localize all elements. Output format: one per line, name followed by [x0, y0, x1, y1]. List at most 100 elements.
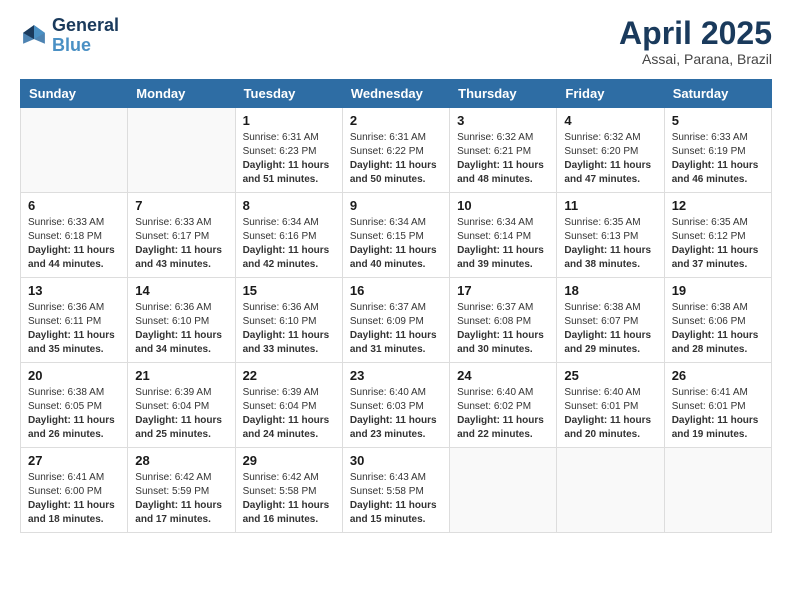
day-number: 3: [457, 113, 549, 128]
calendar-cell: [557, 448, 664, 533]
cell-content: Sunrise: 6:33 AMSunset: 6:19 PMDaylight:…: [672, 131, 764, 187]
day-number: 8: [243, 198, 335, 213]
cell-content: Sunrise: 6:35 AMSunset: 6:13 PMDaylight:…: [564, 216, 656, 272]
day-number: 1: [243, 113, 335, 128]
logo-icon: [20, 22, 48, 50]
title-block: April 2025 Assai, Parana, Brazil: [619, 16, 772, 67]
calendar-cell: 10 Sunrise: 6:34 AMSunset: 6:14 PMDayligh…: [450, 193, 557, 278]
week-row-1: 1 Sunrise: 6:31 AMSunset: 6:23 PMDaylight…: [21, 108, 772, 193]
calendar-cell: 4 Sunrise: 6:32 AMSunset: 6:20 PMDaylight…: [557, 108, 664, 193]
day-number: 25: [564, 368, 656, 383]
calendar-cell: 9 Sunrise: 6:34 AMSunset: 6:15 PMDaylight…: [342, 193, 449, 278]
day-number: 27: [28, 453, 120, 468]
calendar-cell: 24 Sunrise: 6:40 AMSunset: 6:02 PMDayligh…: [450, 363, 557, 448]
calendar-table: SundayMondayTuesdayWednesdayThursdayFrid…: [20, 79, 772, 533]
calendar-cell: 5 Sunrise: 6:33 AMSunset: 6:19 PMDaylight…: [664, 108, 771, 193]
calendar-cell: 8 Sunrise: 6:34 AMSunset: 6:16 PMDaylight…: [235, 193, 342, 278]
cell-content: Sunrise: 6:43 AMSunset: 5:58 PMDaylight:…: [350, 471, 442, 527]
day-number: 9: [350, 198, 442, 213]
cell-content: Sunrise: 6:34 AMSunset: 6:15 PMDaylight:…: [350, 216, 442, 272]
day-number: 4: [564, 113, 656, 128]
calendar-cell: 20Sunrise: 6:38 AMSunset: 6:05 PMDayligh…: [21, 363, 128, 448]
cell-content: Sunrise: 6:35 AMSunset: 6:12 PMDaylight:…: [672, 216, 764, 272]
day-header-tuesday: Tuesday: [235, 80, 342, 108]
day-number: 24: [457, 368, 549, 383]
calendar-cell: 27 Sunrise: 6:41 AMSunset: 6:00 PMDayligh…: [21, 448, 128, 533]
calendar-cell: 16Sunrise: 6:37 AMSunset: 6:09 PMDayligh…: [342, 278, 449, 363]
calendar-cell: 25Sunrise: 6:40 AMSunset: 6:01 PMDayligh…: [557, 363, 664, 448]
calendar-cell: 11 Sunrise: 6:35 AMSunset: 6:13 PMDayligh…: [557, 193, 664, 278]
subtitle: Assai, Parana, Brazil: [619, 51, 772, 67]
header: General Blue April 2025 Assai, Parana, B…: [20, 16, 772, 67]
day-number: 7: [135, 198, 227, 213]
calendar-cell: [128, 108, 235, 193]
calendar-cell: 13Sunrise: 6:36 AMSunset: 6:11 PMDayligh…: [21, 278, 128, 363]
cell-content: Sunrise: 6:31 AMSunset: 6:22 PMDaylight:…: [350, 131, 442, 187]
calendar-header-row: SundayMondayTuesdayWednesdayThursdayFrid…: [21, 80, 772, 108]
main-title: April 2025: [619, 16, 772, 51]
day-number: 6: [28, 198, 120, 213]
cell-content: Sunrise: 6:36 AMSunset: 6:10 PMDaylight:…: [243, 301, 335, 357]
cell-content: Sunrise: 6:34 AMSunset: 6:16 PMDaylight:…: [243, 216, 335, 272]
calendar-cell: 7 Sunrise: 6:33 AMSunset: 6:17 PMDaylight…: [128, 193, 235, 278]
calendar-cell: [450, 448, 557, 533]
week-row-2: 6Sunrise: 6:33 AMSunset: 6:18 PMDaylight…: [21, 193, 772, 278]
cell-content: Sunrise: 6:34 AMSunset: 6:14 PMDaylight:…: [457, 216, 549, 272]
cell-content: Sunrise: 6:40 AMSunset: 6:03 PMDaylight:…: [350, 386, 442, 442]
cell-content: Sunrise: 6:31 AMSunset: 6:23 PMDaylight:…: [243, 131, 335, 187]
cell-content: Sunrise: 6:42 AMSunset: 5:59 PMDaylight:…: [135, 471, 227, 527]
logo-text: General Blue: [52, 16, 119, 56]
calendar-cell: 19Sunrise: 6:38 AMSunset: 6:06 PMDayligh…: [664, 278, 771, 363]
calendar-cell: 15Sunrise: 6:36 AMSunset: 6:10 PMDayligh…: [235, 278, 342, 363]
week-row-4: 20Sunrise: 6:38 AMSunset: 6:05 PMDayligh…: [21, 363, 772, 448]
day-number: 10: [457, 198, 549, 213]
day-number: 20: [28, 368, 120, 383]
cell-content: Sunrise: 6:37 AMSunset: 6:08 PMDaylight:…: [457, 301, 549, 357]
cell-content: Sunrise: 6:39 AMSunset: 6:04 PMDaylight:…: [135, 386, 227, 442]
cell-content: Sunrise: 6:32 AMSunset: 6:21 PMDaylight:…: [457, 131, 549, 187]
logo: General Blue: [20, 16, 119, 56]
calendar-cell: 6Sunrise: 6:33 AMSunset: 6:18 PMDaylight…: [21, 193, 128, 278]
day-header-wednesday: Wednesday: [342, 80, 449, 108]
cell-content: Sunrise: 6:32 AMSunset: 6:20 PMDaylight:…: [564, 131, 656, 187]
calendar-cell: [664, 448, 771, 533]
calendar-cell: 2 Sunrise: 6:31 AMSunset: 6:22 PMDaylight…: [342, 108, 449, 193]
calendar-cell: 1 Sunrise: 6:31 AMSunset: 6:23 PMDaylight…: [235, 108, 342, 193]
day-header-sunday: Sunday: [21, 80, 128, 108]
page: General Blue April 2025 Assai, Parana, B…: [0, 0, 792, 612]
cell-content: Sunrise: 6:40 AMSunset: 6:02 PMDaylight:…: [457, 386, 549, 442]
day-number: 28: [135, 453, 227, 468]
calendar-cell: 17 Sunrise: 6:37 AMSunset: 6:08 PMDayligh…: [450, 278, 557, 363]
logo-line2: Blue: [52, 35, 91, 55]
day-number: 2: [350, 113, 442, 128]
day-number: 16: [350, 283, 442, 298]
cell-content: Sunrise: 6:36 AMSunset: 6:11 PMDaylight:…: [28, 301, 120, 357]
cell-content: Sunrise: 6:38 AMSunset: 6:07 PMDaylight:…: [564, 301, 656, 357]
cell-content: Sunrise: 6:33 AMSunset: 6:17 PMDaylight:…: [135, 216, 227, 272]
calendar-cell: 21 Sunrise: 6:39 AMSunset: 6:04 PMDayligh…: [128, 363, 235, 448]
calendar-cell: 29Sunrise: 6:42 AMSunset: 5:58 PMDayligh…: [235, 448, 342, 533]
cell-content: Sunrise: 6:41 AMSunset: 6:01 PMDaylight:…: [672, 386, 764, 442]
calendar-cell: 23 Sunrise: 6:40 AMSunset: 6:03 PMDayligh…: [342, 363, 449, 448]
day-number: 17: [457, 283, 549, 298]
day-number: 30: [350, 453, 442, 468]
day-header-monday: Monday: [128, 80, 235, 108]
logo-line1: General: [52, 16, 119, 36]
day-number: 18: [564, 283, 656, 298]
day-number: 21: [135, 368, 227, 383]
cell-content: Sunrise: 6:36 AMSunset: 6:10 PMDaylight:…: [135, 301, 227, 357]
calendar-cell: 26 Sunrise: 6:41 AMSunset: 6:01 PMDayligh…: [664, 363, 771, 448]
day-number: 23: [350, 368, 442, 383]
week-row-3: 13Sunrise: 6:36 AMSunset: 6:11 PMDayligh…: [21, 278, 772, 363]
calendar-cell: 14Sunrise: 6:36 AMSunset: 6:10 PMDayligh…: [128, 278, 235, 363]
calendar-cell: 30 Sunrise: 6:43 AMSunset: 5:58 PMDayligh…: [342, 448, 449, 533]
cell-content: Sunrise: 6:38 AMSunset: 6:06 PMDaylight:…: [672, 301, 764, 357]
cell-content: Sunrise: 6:42 AMSunset: 5:58 PMDaylight:…: [243, 471, 335, 527]
calendar-cell: 28 Sunrise: 6:42 AMSunset: 5:59 PMDayligh…: [128, 448, 235, 533]
day-number: 11: [564, 198, 656, 213]
cell-content: Sunrise: 6:41 AMSunset: 6:00 PMDaylight:…: [28, 471, 120, 527]
day-header-saturday: Saturday: [664, 80, 771, 108]
cell-content: Sunrise: 6:39 AMSunset: 6:04 PMDaylight:…: [243, 386, 335, 442]
day-number: 26: [672, 368, 764, 383]
day-number: 5: [672, 113, 764, 128]
